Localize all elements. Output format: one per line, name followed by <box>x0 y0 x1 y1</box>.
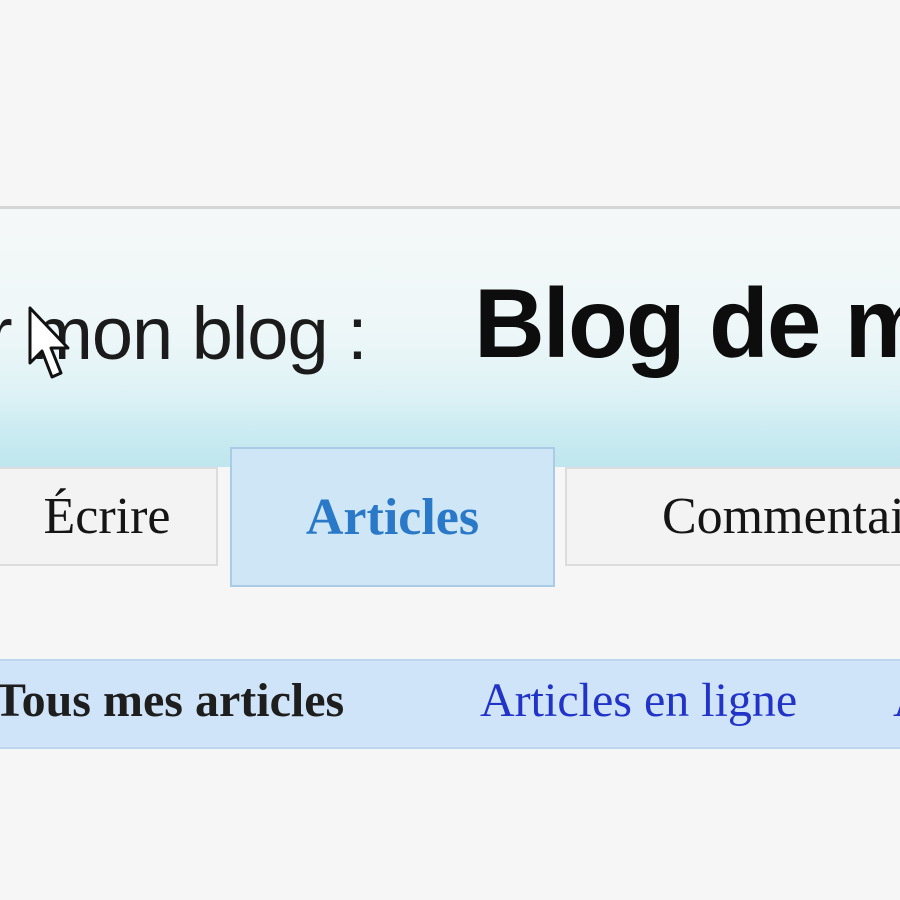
tab-articles[interactable]: Articles <box>230 447 555 587</box>
main-tabs: Écrire Articles Commentai <box>0 447 900 587</box>
subnav-next-item[interactable]: A <box>893 673 900 728</box>
blog-header: r mon blog : Blog de m <box>0 209 900 467</box>
mouse-pointer-icon <box>28 306 70 379</box>
articles-subnav: Tous mes articles Articles en ligne A <box>0 659 900 749</box>
blog-title[interactable]: Blog de m <box>474 267 900 380</box>
subnav-online-articles[interactable]: Articles en ligne <box>480 673 797 728</box>
subnav-all-articles[interactable]: Tous mes articles <box>0 673 344 728</box>
tab-commentaires[interactable]: Commentai <box>565 467 900 566</box>
tab-ecrire[interactable]: Écrire <box>0 467 218 566</box>
